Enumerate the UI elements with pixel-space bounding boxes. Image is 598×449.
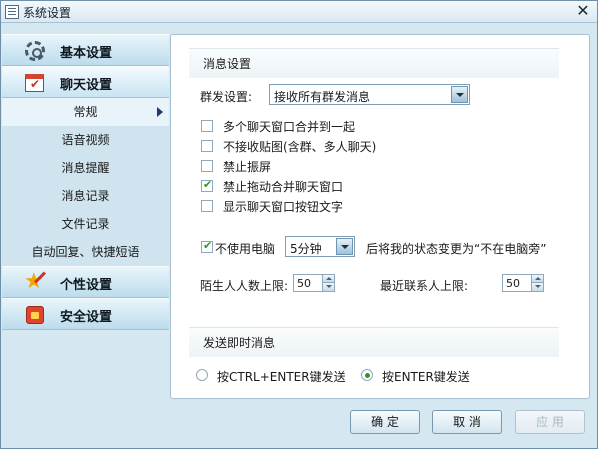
sidebar-category-chat[interactable]: 聊天设置 [2, 66, 169, 98]
away-minutes-select[interactable]: 5分钟 [285, 236, 355, 257]
window-title: 系统设置 [23, 6, 72, 20]
calendar-check-icon [24, 73, 46, 93]
sidebar-item-message-alerts[interactable]: 消息提醒 [2, 154, 169, 182]
ok-button[interactable]: 确 定 [350, 410, 420, 434]
window-settings-icon [5, 5, 19, 19]
sidebar-item-label: 文件记录 [61, 217, 110, 231]
stepper-up-icon[interactable] [531, 275, 543, 283]
sidebar-item-label: 消息记录 [61, 189, 110, 203]
checkbox-no-drag-merge[interactable] [201, 178, 213, 192]
sidebar-category-basic[interactable]: 基本设置 [2, 34, 169, 66]
content-panel: 消息设置 群发设置: 接收所有群发消息 多个聊天窗口合并到一起 不接收贴图(含群… [170, 34, 590, 399]
group-send-value: 接收所有群发消息 [274, 90, 371, 104]
stranger-limit-value: 50 [297, 277, 311, 290]
recent-limit-label: 最近联系人上限: [380, 279, 469, 293]
checkbox-away[interactable] [201, 239, 213, 253]
checkbox-label: 显示聊天窗口按钮文字 [223, 200, 344, 214]
sidebar-item-message-history[interactable]: 消息记录 [2, 182, 169, 210]
checkbox-no-shake[interactable] [201, 160, 213, 172]
away-minutes-value: 5分钟 [290, 242, 322, 256]
settings-window: 系统设置 ✕ 基本设置 聊天设置 常规 语音视频 消息提醒 消息记录 文件记录 … [0, 0, 598, 449]
group-send-select[interactable]: 接收所有群发消息 [269, 84, 470, 105]
group-title: 消息设置 [189, 48, 559, 78]
group-send-label: 群发设置: [200, 90, 253, 104]
checkbox-label: 禁止振屏 [223, 160, 272, 174]
checkbox-show-button-text[interactable] [201, 200, 213, 212]
sidebar-category-personalize[interactable]: ★ 个性设置 [2, 266, 169, 298]
checkbox-label: 不使用电脑 [215, 242, 276, 256]
close-icon: ✕ [576, 1, 590, 20]
radio-enter[interactable] [361, 369, 373, 381]
checkbox-label: 多个聊天窗口合并到一起 [223, 120, 356, 134]
sidebar-item-label: 常规 [73, 105, 98, 119]
stepper-down-icon[interactable] [322, 283, 334, 291]
checkbox-no-stickers[interactable] [201, 140, 213, 152]
group-title: 发送即时消息 [189, 327, 559, 357]
radio-label: 按CTRL+ENTER键发送 [217, 370, 346, 384]
stranger-limit-stepper[interactable]: 50 [293, 274, 335, 292]
recent-limit-value: 50 [506, 277, 520, 290]
chevron-down-icon[interactable] [336, 238, 353, 255]
sidebar-item-label: 消息提醒 [61, 161, 110, 175]
category-label: 安全设置 [60, 310, 113, 325]
selected-arrow-icon [157, 107, 163, 117]
apply-button[interactable]: 应 用 [515, 410, 585, 434]
checkbox-label: 不接收贴图(含群、多人聊天) [223, 140, 377, 154]
radio-ctrl-enter[interactable] [196, 369, 208, 381]
away-suffix-label: 后将我的状态变更为“不在电脑旁” [366, 242, 547, 256]
sidebar-item-voice-video[interactable]: 语音视频 [2, 126, 169, 154]
sidebar: 基本设置 聊天设置 常规 语音视频 消息提醒 消息记录 文件记录 自动回复、快捷… [2, 34, 169, 334]
chevron-down-icon[interactable] [451, 86, 468, 103]
title-bar: 系统设置 ✕ [1, 1, 597, 23]
checkbox-label: 禁止拖动合并聊天窗口 [223, 180, 344, 194]
sidebar-item-label: 语音视频 [61, 133, 110, 147]
sidebar-item-auto-reply[interactable]: 自动回复、快捷短语 [2, 238, 169, 266]
sidebar-item-general[interactable]: 常规 [2, 98, 169, 126]
sidebar-item-label: 自动回复、快捷短语 [31, 245, 140, 259]
cancel-button[interactable]: 取 消 [432, 410, 502, 434]
close-button[interactable]: ✕ [575, 2, 591, 20]
checkbox-merge-windows[interactable] [201, 120, 213, 132]
star-icon: ★ [24, 269, 47, 294]
stranger-limit-label: 陌生人人数上限: [200, 279, 289, 293]
category-label: 个性设置 [60, 278, 113, 293]
stepper-up-icon[interactable] [322, 275, 334, 283]
category-label: 聊天设置 [60, 78, 113, 93]
sidebar-item-file-history[interactable]: 文件记录 [2, 210, 169, 238]
sidebar-category-security[interactable]: 安全设置 [2, 298, 169, 330]
gear-icon [24, 41, 46, 61]
radio-label: 按ENTER键发送 [382, 370, 470, 384]
category-label: 基本设置 [60, 46, 113, 61]
recent-limit-stepper[interactable]: 50 [502, 274, 544, 292]
shield-icon [24, 305, 46, 325]
stepper-down-icon[interactable] [531, 283, 543, 291]
